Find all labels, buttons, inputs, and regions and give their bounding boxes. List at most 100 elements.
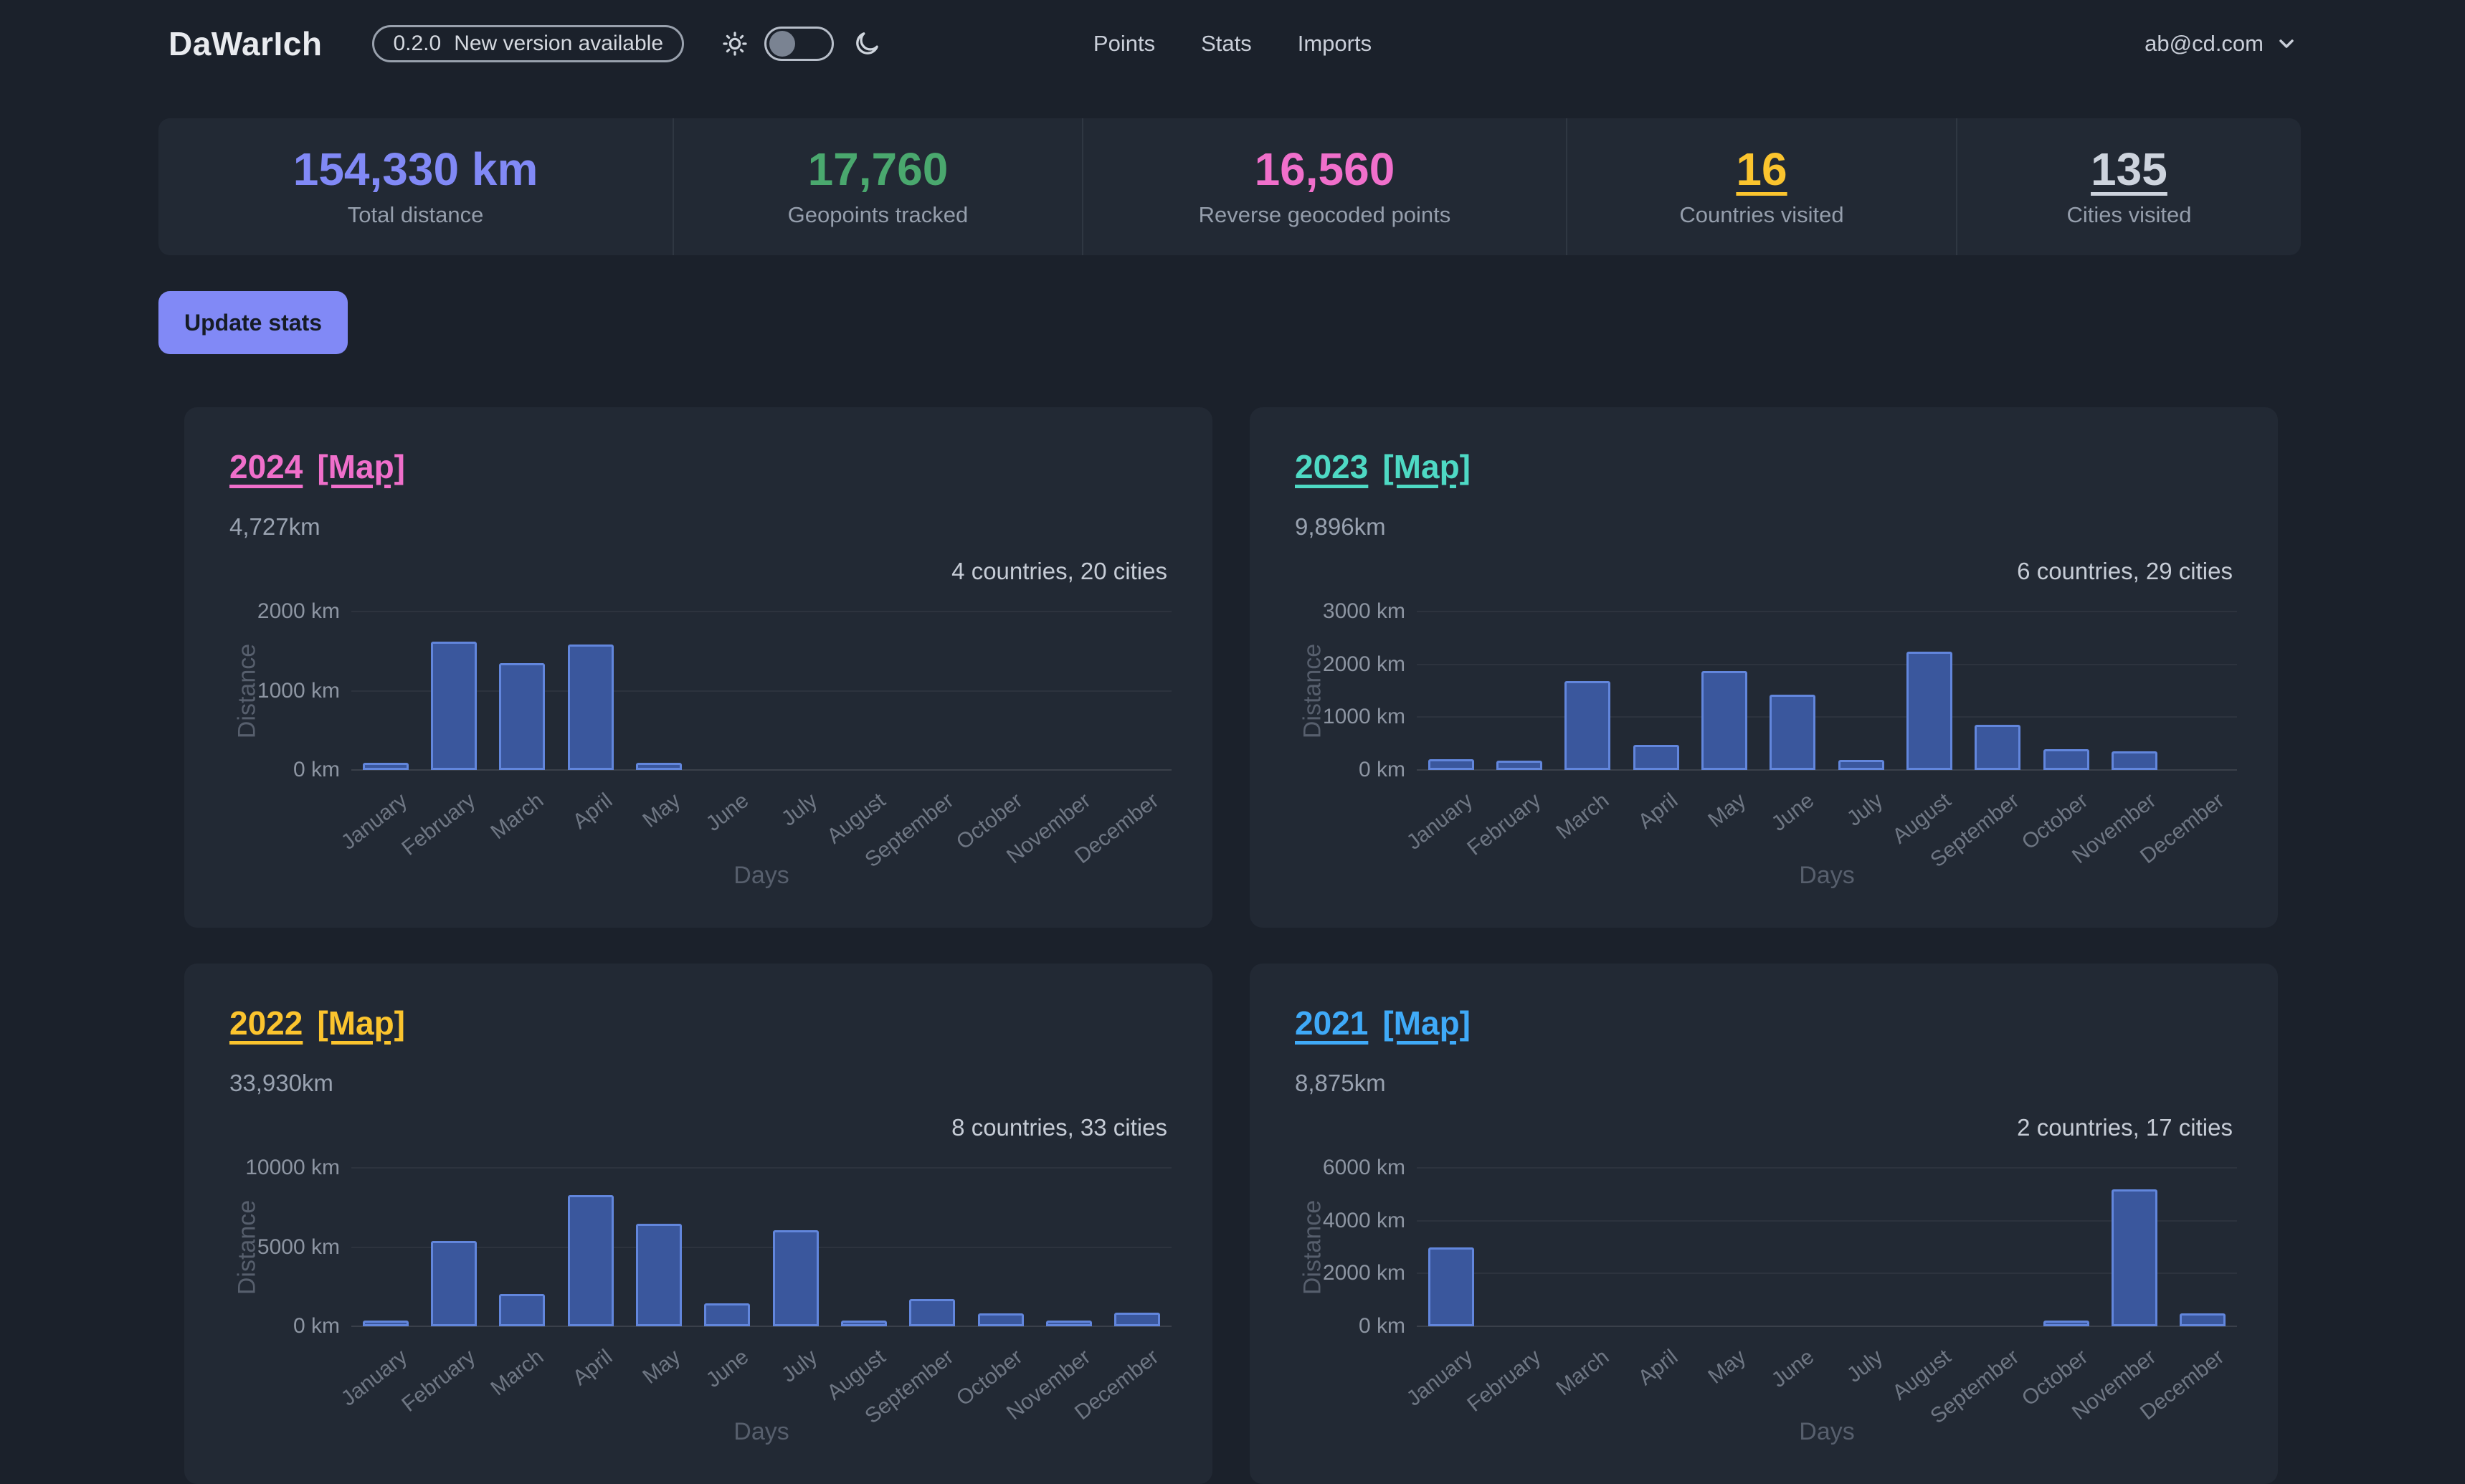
y-tick-label: 4000 km (1262, 1209, 1405, 1233)
app-logo[interactable]: DaWarIch (168, 24, 322, 63)
stat-cities-visited: 135 Cities visited (1956, 118, 2301, 255)
theme-toggle[interactable] (764, 27, 834, 61)
update-stats-button[interactable]: Update stats (158, 291, 348, 354)
y-tick-label: 2000 km (1262, 1261, 1405, 1285)
version-badge[interactable]: 0.2.0 New version available (372, 25, 684, 62)
bar-november (1046, 1321, 1092, 1326)
nav-points[interactable]: Points (1093, 31, 1155, 57)
bar-october (2043, 749, 2089, 770)
stat-countries-visited: 16 Countries visited (1566, 118, 1956, 255)
y-tick-label: 0 km (196, 1314, 340, 1338)
bar-chart-2022: 0 km5000 km10000 kmJanuaryFebruaryMarchA… (184, 964, 1212, 1484)
bar-may (636, 763, 682, 770)
bar-july (1838, 760, 1884, 770)
x-tick-label: June (702, 1345, 754, 1393)
y-tick-label: 10000 km (196, 1156, 340, 1180)
cities-visited-link[interactable]: 135 (2091, 146, 2167, 192)
x-tick-label: April (568, 789, 617, 834)
x-tick-label: March (1552, 789, 1615, 845)
gridline (351, 1167, 1172, 1169)
countries-visited-link[interactable]: 16 (1736, 146, 1787, 192)
stat-label: Total distance (348, 202, 484, 228)
x-tick-label: April (1633, 1345, 1682, 1391)
x-tick-label: May (1704, 1345, 1751, 1389)
stat-value: 154,330 km (293, 146, 538, 192)
year-card-2022: 2022 [Map] 33,930km 8 countries, 33 citi… (184, 964, 1212, 1484)
bar-february (431, 642, 477, 770)
bar-september (1975, 725, 2020, 770)
bar-chart-2021: 0 km2000 km4000 km6000 kmJanuaryFebruary… (1250, 964, 2278, 1484)
stat-label: Countries visited (1679, 202, 1843, 228)
version-message: New version available (454, 32, 663, 56)
bar-april (568, 645, 614, 770)
x-tick-label: June (1767, 1345, 1819, 1393)
bar-june (704, 1303, 750, 1326)
y-tick-label: 5000 km (196, 1235, 340, 1260)
y-tick-label: 0 km (1262, 1314, 1405, 1338)
bar-chart-2024: 0 km1000 km2000 kmJanuaryFebruaryMarchAp… (184, 407, 1212, 928)
bar-may (636, 1224, 682, 1326)
y-tick-label: 3000 km (1262, 599, 1405, 624)
stat-geopoints-tracked: 17,760 Geopoints tracked (673, 118, 1082, 255)
bar-november (2112, 1189, 2157, 1326)
y-tick-label: 2000 km (196, 599, 340, 624)
gridline (1417, 664, 2237, 665)
theme-toggle-knob (769, 31, 795, 57)
y-tick-label: 0 km (1262, 758, 1405, 782)
stat-total-distance: 154,330 km Total distance (158, 118, 673, 255)
stat-value: 17,760 (808, 146, 949, 192)
user-menu[interactable]: ab@cd.com (2145, 0, 2298, 87)
bar-august (1906, 652, 1952, 770)
nav-stats[interactable]: Stats (1201, 31, 1252, 57)
y-axis-title: Distance (1299, 643, 1327, 738)
stat-label: Cities visited (2066, 202, 2191, 228)
x-tick-label: April (568, 1345, 617, 1391)
year-card-2024: 2024 [Map] 4,727km 4 countries, 20 citie… (184, 407, 1212, 928)
x-axis-title: Days (351, 862, 1172, 890)
year-cards-grid: 2024 [Map] 4,727km 4 countries, 20 citie… (184, 407, 2278, 1484)
x-tick-label: May (638, 789, 685, 833)
x-tick-label: June (702, 789, 754, 837)
bar-june (1770, 695, 1815, 770)
year-card-2023: 2023 [Map] 9,896km 6 countries, 29 citie… (1250, 407, 2278, 928)
sun-icon (721, 30, 749, 57)
x-tick-label: July (1843, 1345, 1888, 1388)
x-tick-label: July (1843, 789, 1888, 832)
bar-january (1428, 759, 1474, 770)
stat-reverse-geocoded: 16,560 Reverse geocoded points (1082, 118, 1566, 255)
x-tick-label: April (1633, 789, 1682, 834)
gridline (1417, 611, 2237, 612)
gridline (351, 611, 1172, 612)
bar-may (1701, 671, 1747, 770)
x-tick-label: March (487, 1345, 549, 1401)
bar-chart-2023: 0 km1000 km2000 km3000 kmJanuaryFebruary… (1250, 407, 2278, 928)
x-tick-label: March (487, 789, 549, 845)
y-axis-title: Distance (1299, 1199, 1327, 1294)
stats-summary-panel: 154,330 km Total distance 17,760 Geopoin… (158, 118, 2301, 255)
nav-imports[interactable]: Imports (1298, 31, 1372, 57)
x-axis-title: Days (1417, 1418, 2237, 1446)
stat-label: Reverse geocoded points (1199, 202, 1451, 228)
bar-january (1428, 1247, 1474, 1327)
x-tick-label: May (638, 1345, 685, 1389)
bar-march (1564, 681, 1610, 770)
bar-december (1114, 1313, 1160, 1326)
bar-march (499, 663, 545, 770)
version-number: 0.2.0 (393, 32, 441, 56)
x-tick-label: March (1552, 1345, 1615, 1401)
y-tick-label: 1000 km (1262, 705, 1405, 729)
y-axis-title: Distance (234, 643, 262, 738)
y-tick-label: 1000 km (196, 679, 340, 703)
year-card-2021: 2021 [Map] 8,875km 2 countries, 17 citie… (1250, 964, 2278, 1484)
bar-november (2112, 751, 2157, 770)
bar-october (978, 1313, 1024, 1326)
x-tick-label: July (777, 789, 822, 832)
bar-april (568, 1195, 614, 1326)
stat-label: Geopoints tracked (788, 202, 969, 228)
main-nav: Points Stats Imports (1093, 0, 1372, 87)
x-tick-label: February (1463, 789, 1546, 861)
x-axis-title: Days (351, 1418, 1172, 1446)
bar-january (363, 763, 409, 770)
y-tick-label: 0 km (196, 758, 340, 782)
y-tick-label: 6000 km (1262, 1156, 1405, 1180)
